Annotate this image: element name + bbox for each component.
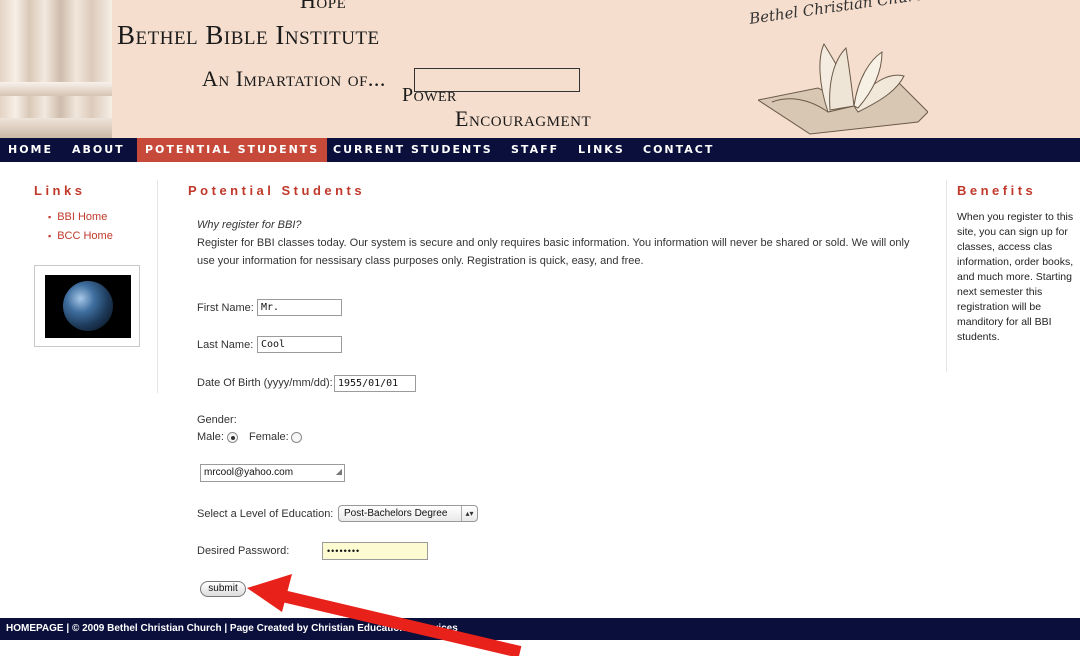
link-bcc-home[interactable]: BCC Home: [48, 229, 113, 248]
nav-contact[interactable]: CONTACT: [643, 138, 714, 162]
email-textarea[interactable]: mrcool@yahoo.com ◢: [200, 464, 345, 482]
link-bbi-home[interactable]: BBI Home: [48, 210, 113, 229]
submit-button[interactable]: submit: [200, 581, 246, 597]
password-input[interactable]: ••••••••: [322, 542, 428, 560]
male-radio[interactable]: [227, 432, 238, 443]
right-column-divider: [946, 180, 947, 372]
last-name-label: Last Name:: [197, 339, 254, 351]
nav-potential-students[interactable]: POTENTIAL STUDENTS: [137, 138, 328, 162]
header-encourage-text: Encouragment: [455, 106, 592, 131]
page-title: Potential Students: [188, 183, 366, 198]
site-footer: HOMEPAGE | © 2009 Bethel Christian Churc…: [0, 618, 1080, 640]
email-value: mrcool@yahoo.com: [204, 467, 294, 478]
benefits-heading: Benefits: [957, 183, 1037, 198]
footer-text: HOMEPAGE | © 2009 Bethel Christian Churc…: [6, 623, 458, 634]
benefits-text: When you register to this site, you can …: [957, 211, 1074, 343]
earth-image: [45, 275, 131, 338]
earth-globe: [63, 281, 113, 331]
links-list: BBI Home BCC Home: [48, 210, 113, 248]
male-label: Male:: [197, 431, 224, 443]
education-select[interactable]: Post-Bachelors Degree ▴▾: [338, 505, 478, 522]
nav-staff[interactable]: STAFF: [511, 138, 559, 162]
left-column-divider: [157, 180, 158, 393]
female-label: Female:: [249, 431, 289, 443]
intro-paragraph: Register for BBI classes today. Our syst…: [197, 237, 910, 267]
site-title: Bethel Bible Institute: [117, 20, 380, 50]
earth-image-frame: [34, 265, 140, 347]
nav-links[interactable]: LINKS: [578, 138, 625, 162]
education-selected-value: Post-Bachelors Degree: [344, 508, 448, 519]
select-arrows-icon: ▴▾: [461, 506, 477, 521]
password-label: Desired Password:: [197, 545, 290, 557]
dob-label: Date Of Birth (yyyy/mm/dd):: [197, 377, 333, 389]
last-name-input[interactable]: [257, 336, 342, 353]
main-nav: HOME ABOUT POTENTIAL STUDENTS CURRENT ST…: [0, 138, 1080, 162]
header-power-text: Power: [402, 84, 457, 106]
first-name-label: First Name:: [197, 302, 254, 314]
resize-grip-icon[interactable]: ◢: [336, 464, 342, 480]
female-radio[interactable]: [291, 432, 302, 443]
dob-input[interactable]: [334, 375, 416, 392]
first-name-input[interactable]: [257, 299, 342, 316]
pillars-image: [0, 0, 112, 138]
church-logo-script: Bethel Christian Church: [748, 0, 934, 28]
links-heading: Links: [34, 183, 86, 198]
nav-about[interactable]: ABOUT: [72, 138, 125, 162]
header-hope-text: Hope: [300, 0, 347, 13]
nav-current-students[interactable]: CURRENT STUDENTS: [333, 138, 493, 162]
site-header: Hope Bethel Bible Institute An Impartati…: [0, 0, 1080, 138]
nav-home[interactable]: HOME: [8, 138, 53, 162]
gender-label: Gender:: [197, 414, 237, 426]
open-book-image: [758, 42, 928, 135]
why-register-heading: Why register for BBI?: [197, 219, 302, 231]
header-impart-text: An Impartation of...: [202, 66, 386, 91]
education-label: Select a Level of Education:: [197, 508, 334, 520]
